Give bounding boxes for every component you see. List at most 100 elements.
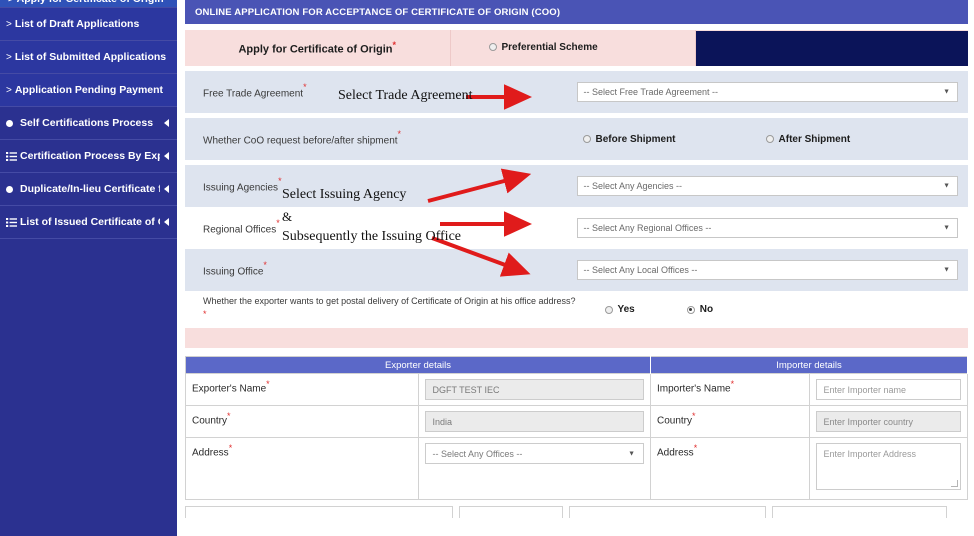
page-title: ONLINE APPLICATION FOR ACCEPTANCE OF CER… <box>195 7 560 18</box>
preferential-scheme-option[interactable]: Preferential Scheme <box>489 42 598 53</box>
issuing-agencies-label: Issuing Agencies <box>203 183 278 194</box>
sidebar-item-2[interactable]: >List of Submitted Applications <box>0 41 177 74</box>
after-shipment-label: After Shipment <box>779 134 851 145</box>
chevron-left-icon <box>164 185 169 193</box>
shipment-timing-required: * <box>398 129 402 139</box>
free-trade-agreement-select[interactable]: -- Select Free Trade Agreement -- ▼ <box>577 82 959 102</box>
issuing-agencies-value: -- Select Any Agencies -- <box>584 181 683 191</box>
sidebar-item-5[interactable]: Certification Process By Exporter <box>0 140 177 173</box>
chevron-left-icon <box>164 152 169 160</box>
details-row-0: Exporter's Name*DGFT TEST IECImporter's … <box>186 374 968 406</box>
regional-offices-value: -- Select Any Regional Offices -- <box>584 223 712 233</box>
preferential-scheme-label: Preferential Scheme <box>502 42 598 53</box>
chevron-left-icon <box>164 119 169 127</box>
apply-title-required: * <box>393 40 397 50</box>
section-spacer <box>185 348 968 356</box>
sidebar-item-label: Duplicate/In-lieu Certificate for CoO <box>20 183 160 195</box>
sidebar-item-4[interactable]: Self Certifications Process <box>0 107 177 140</box>
application-form-table: Free Trade Agreement* -- Select Free Tra… <box>185 66 968 328</box>
required-marker: * <box>731 379 735 389</box>
regional-offices-select[interactable]: -- Select Any Regional Offices -- ▼ <box>577 218 959 238</box>
sidebar-item-label: Self Certifications Process <box>20 117 160 129</box>
required-marker: * <box>694 443 698 453</box>
sidebar-item-6[interactable]: Duplicate/In-lieu Certificate for CoO <box>0 173 177 206</box>
issuing-office-required: * <box>263 260 267 270</box>
issuing-agencies-required: * <box>278 176 282 186</box>
before-shipment-option[interactable]: Before Shipment <box>583 134 676 145</box>
issuing-office-field-cell: -- Select Any Local Offices -- ▼ <box>577 249 969 291</box>
main-content-area: ONLINE APPLICATION FOR ACCEPTANCE OF CER… <box>177 0 974 536</box>
bullet-icon <box>6 120 20 127</box>
importer-field-2[interactable]: Enter Importer Address <box>816 443 962 490</box>
sidebar-item-label: Application Pending Payment <box>15 84 169 96</box>
shipment-timing-label: Whether CoO request before/after shipmen… <box>203 136 398 147</box>
bottom-field-2[interactable] <box>459 506 563 518</box>
importer-field-label-2: Address <box>657 448 694 459</box>
before-shipment-radio[interactable] <box>583 135 591 143</box>
free-trade-agreement-required: * <box>303 82 307 92</box>
details-row-1: Country* India Country* Enter Importer coun… <box>186 406 968 438</box>
exporter-field-label-0: Exporter's Name <box>192 384 266 395</box>
importer-field-0[interactable]: Enter Importer name <box>816 379 962 400</box>
importer-details-header: Importer details <box>651 357 968 374</box>
exporter-field-cell-1: India <box>418 406 651 438</box>
shipment-timing-options-cell: Before Shipment After Shipment <box>577 118 969 160</box>
importer-field-1[interactable]: Enter Importer country <box>816 411 962 432</box>
issuing-agencies-field-cell: -- Select Any Agencies -- ▼ <box>577 165 969 207</box>
chevron-down-icon: ▼ <box>943 183 950 190</box>
preferential-scheme-cell[interactable]: Preferential Scheme <box>450 30 695 66</box>
postal-delivery-row: Whether the exporter wants to get postal… <box>185 291 968 328</box>
chevron-right-icon: > <box>6 85 12 96</box>
exporter-field-0[interactable]: DGFT TEST IEC <box>425 379 645 400</box>
postal-delivery-options-cell: Yes No <box>577 291 969 328</box>
exporter-label-cell-2: Address* <box>186 438 419 500</box>
free-trade-agreement-row: Free Trade Agreement* -- Select Free Tra… <box>185 71 968 113</box>
before-shipment-label: Before Shipment <box>596 134 676 145</box>
issuing-office-select[interactable]: -- Select Any Local Offices -- ▼ <box>577 260 959 280</box>
exporter-field-2[interactable]: -- Select Any Offices --▼ <box>425 443 645 464</box>
regional-offices-field-cell: -- Select Any Regional Offices -- ▼ <box>577 207 969 249</box>
issuing-office-label: Issuing Office <box>203 267 263 278</box>
after-shipment-radio[interactable] <box>766 135 774 143</box>
importer-label-cell-2: Address* <box>651 438 810 500</box>
postal-delivery-no-option[interactable]: No <box>687 304 713 315</box>
importer-label-cell-1: Country* <box>651 406 810 438</box>
importer-field-label-1: Country <box>657 416 692 427</box>
free-trade-agreement-value: -- Select Free Trade Agreement -- <box>584 87 719 97</box>
required-marker: * <box>692 411 696 421</box>
list-icon <box>6 152 20 161</box>
chevron-left-icon <box>164 218 169 226</box>
exporter-field-1[interactable]: India <box>425 411 645 432</box>
bottom-field-1[interactable] <box>185 506 453 518</box>
chevron-right-icon: > <box>6 19 12 30</box>
shipment-timing-label-cell: Whether CoO request before/after shipmen… <box>185 118 577 160</box>
postal-delivery-yes-radio[interactable] <box>605 306 613 314</box>
bottom-field-4[interactable] <box>772 506 947 518</box>
bullet-icon <box>6 186 20 193</box>
bottom-field-3[interactable] <box>569 506 766 518</box>
importer-field-cell-0: Enter Importer name <box>809 374 968 406</box>
postal-delivery-no-radio[interactable] <box>687 306 695 314</box>
issuing-agencies-select[interactable]: -- Select Any Agencies -- ▼ <box>577 176 959 196</box>
exporter-importer-details-table: Exporter details Importer details Export… <box>185 356 968 500</box>
free-trade-agreement-label: Free Trade Agreement <box>203 89 303 100</box>
postal-delivery-yes-option[interactable]: Yes <box>605 304 635 315</box>
exporter-field-label-2: Address <box>192 448 229 459</box>
sidebar-item-7[interactable]: List of Issued Certificate of Origin <box>0 206 177 239</box>
regional-offices-label: Regional Offices <box>203 225 276 236</box>
left-sidebar-navigation: > Apply for Certificate of Origin>List o… <box>0 0 177 536</box>
sidebar-item-0[interactable]: > Apply for Certificate of Origin <box>0 0 177 8</box>
exporter-field-cell-2: -- Select Any Offices --▼ <box>418 438 651 500</box>
chevron-down-icon: ▼ <box>943 89 950 96</box>
issuing-office-value: -- Select Any Local Offices -- <box>584 265 698 275</box>
sidebar-item-3[interactable]: >Application Pending Payment <box>0 74 177 107</box>
section-divider-strip <box>185 328 968 348</box>
preferential-scheme-radio[interactable] <box>489 43 497 51</box>
exporter-label-cell-0: Exporter's Name* <box>186 374 419 406</box>
after-shipment-option[interactable]: After Shipment <box>766 134 851 145</box>
application-page: > Apply for Certificate of Origin>List o… <box>0 0 974 536</box>
shipment-timing-row: Whether CoO request before/after shipmen… <box>185 118 968 160</box>
importer-field-label-0: Importer's Name <box>657 384 731 395</box>
sidebar-item-1[interactable]: >List of Draft Applications <box>0 8 177 41</box>
list-icon <box>6 218 20 227</box>
